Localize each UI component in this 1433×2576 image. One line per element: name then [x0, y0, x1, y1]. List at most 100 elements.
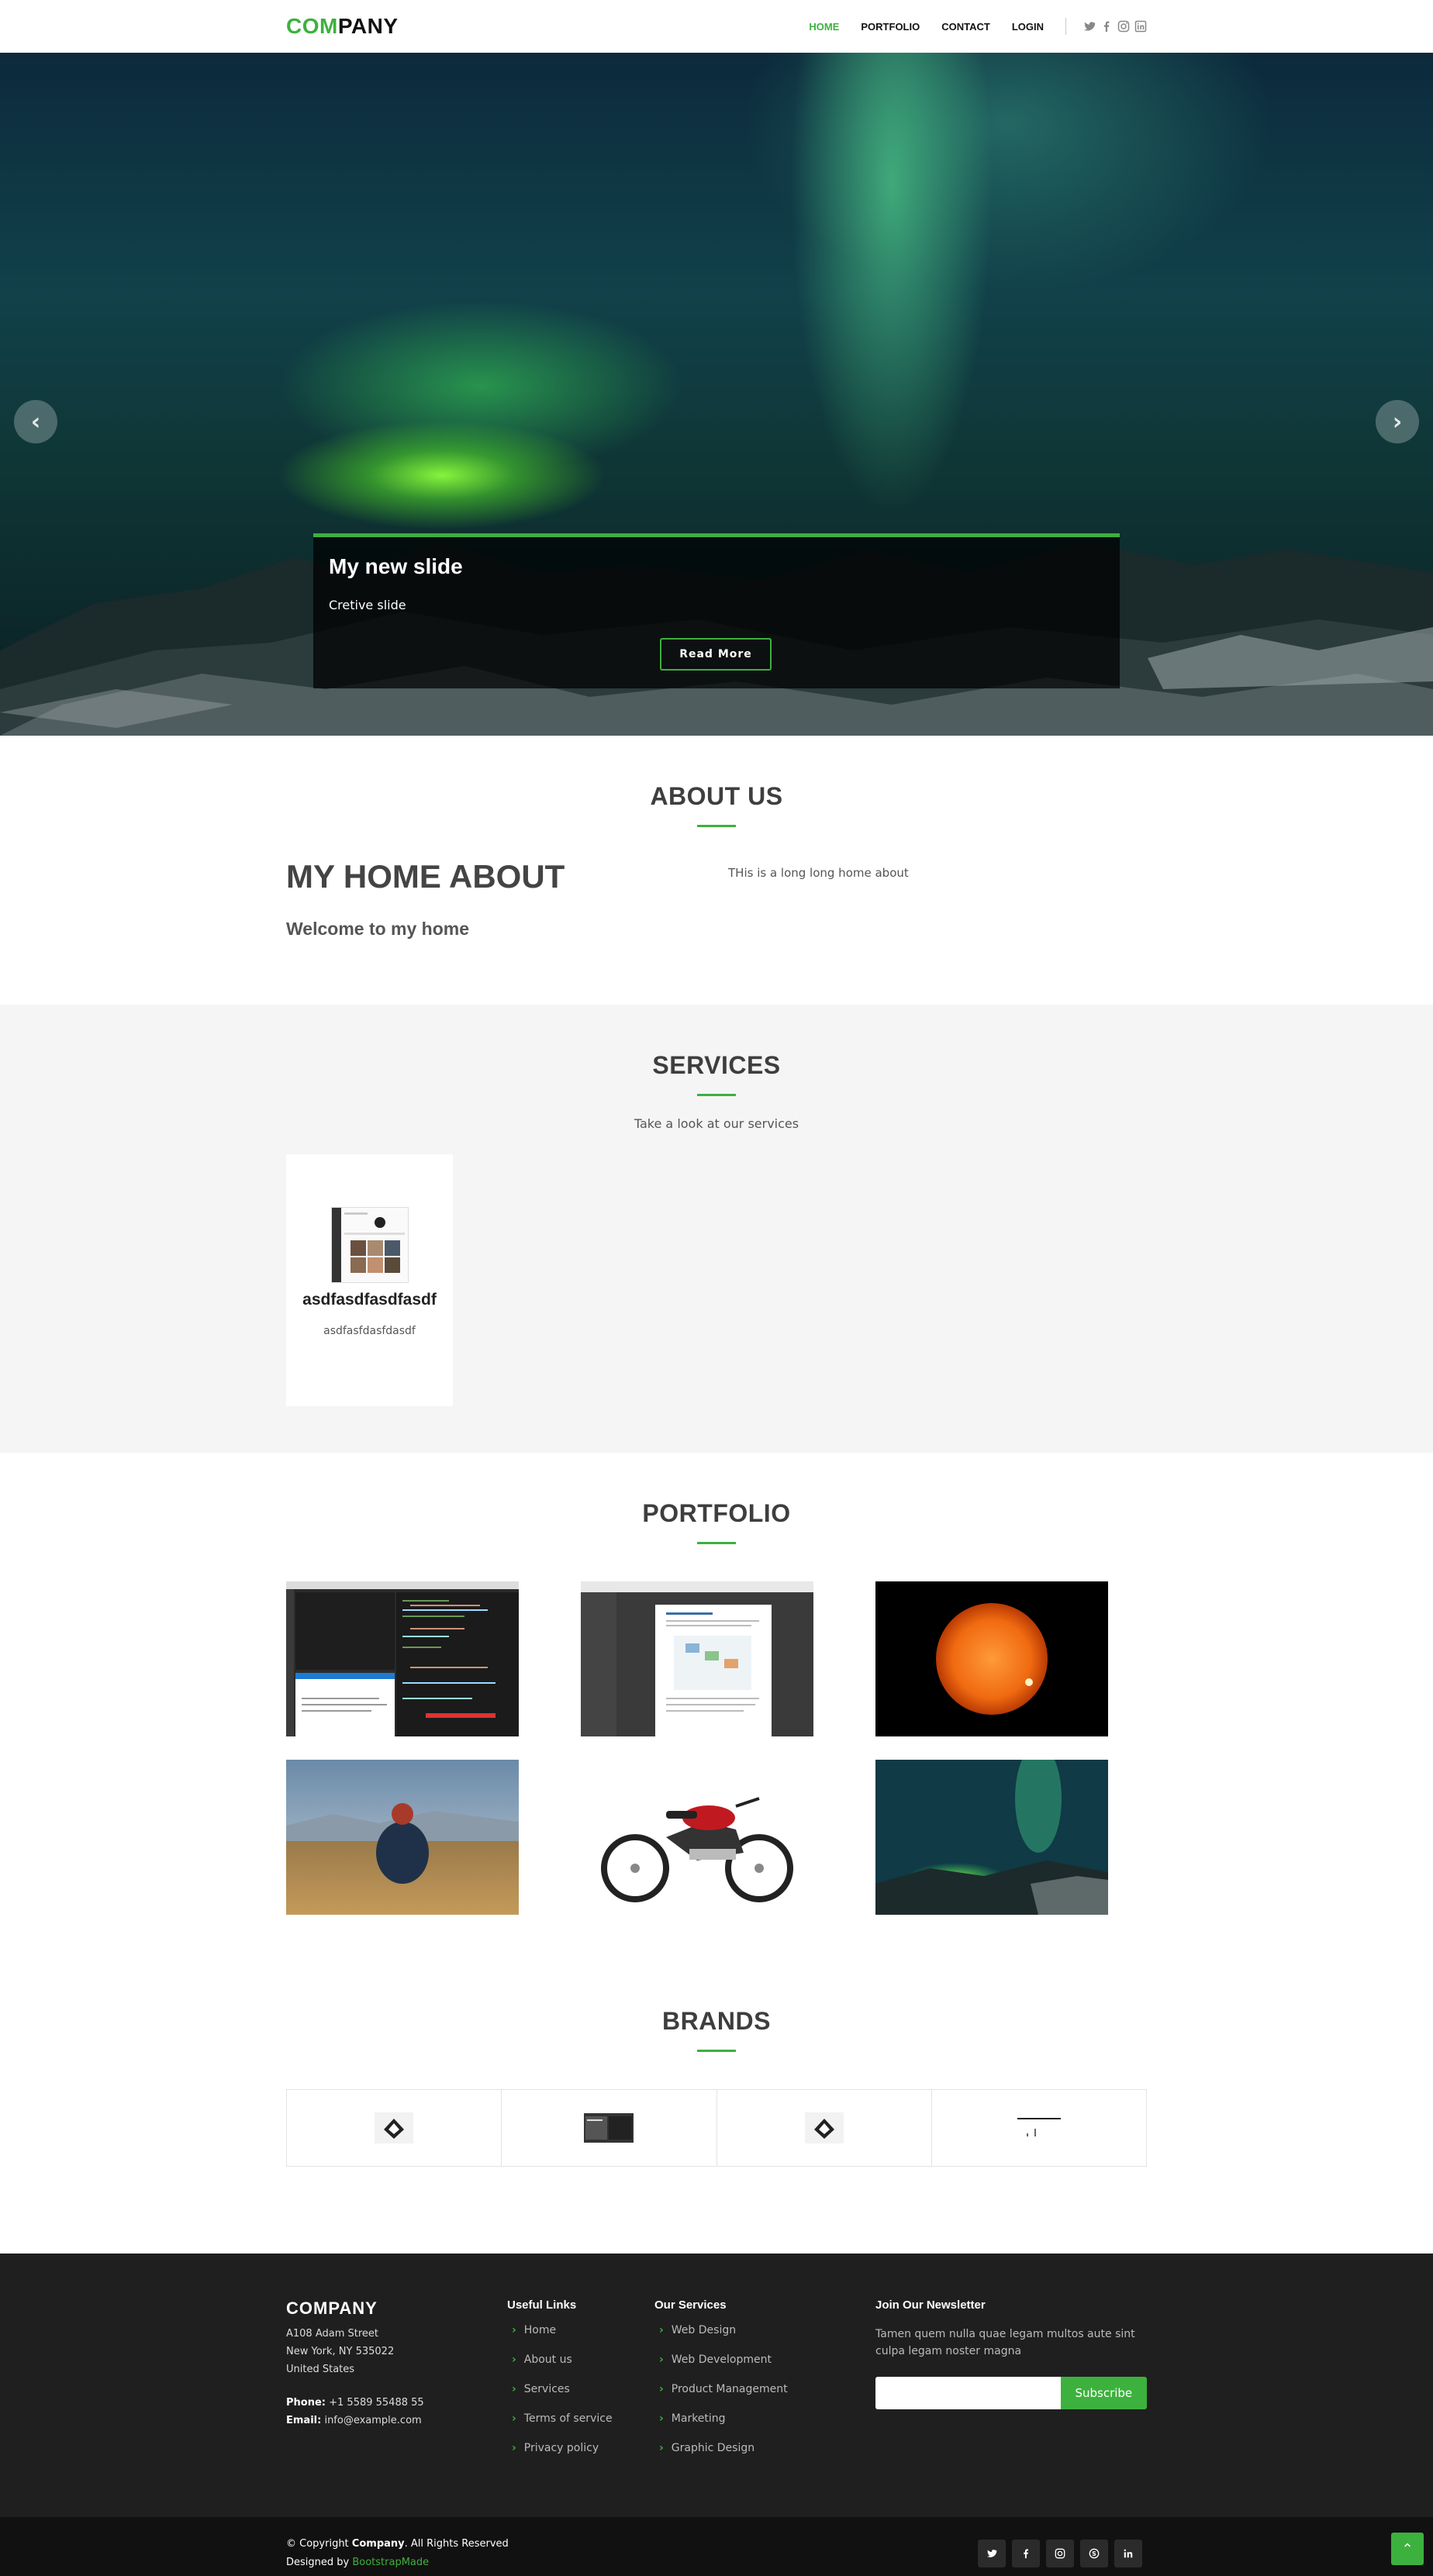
slide-text: Cretive slide — [329, 598, 406, 612]
link-label: Home — [523, 2324, 557, 2336]
brand-logo-1[interactable] — [287, 2090, 502, 2166]
footer-service-web-design[interactable]: › Web Design — [654, 2324, 875, 2354]
title-underline — [697, 1542, 736, 1544]
designed-by-label: Designed by — [286, 2557, 350, 2568]
service-card[interactable]: asdfasdfasdfasdf asdfasfdasfdasdf — [286, 1154, 453, 1406]
chevron-right-icon: › — [512, 2324, 516, 2336]
chevron-right-icon: › — [659, 2354, 664, 2366]
chevron-right-icon: › — [512, 2412, 516, 2425]
portfolio-item-aurora[interactable] — [875, 1760, 1108, 1915]
about-text: THis is a long long home about — [728, 866, 909, 880]
footer-bottom: © Copyright Company. All Rights Reserved… — [0, 2517, 1433, 2576]
link-label: Web Design — [671, 2324, 737, 2336]
skype-icon[interactable]: S — [1080, 2540, 1108, 2567]
newsletter-text: Tamen quem nulla quae legam multos aute … — [875, 2328, 1135, 2357]
nav-portfolio[interactable]: PORTFOLIO — [861, 21, 920, 33]
portfolio-item-motorcycle[interactable] — [581, 1760, 813, 1915]
chevron-right-icon: › — [512, 2354, 516, 2366]
back-to-top-button[interactable]: ⌃ — [1391, 2533, 1424, 2565]
footer: COMPANY A108 Adam Street New York, NY 53… — [0, 2254, 1433, 2517]
about-title: ABOUT US — [650, 782, 783, 810]
hero-carousel: ‹ › My new slide Cretive slide Read More — [0, 53, 1433, 736]
service-thumbnail — [330, 1207, 409, 1283]
services-title: SERVICES — [652, 1051, 781, 1079]
newsletter-title: Join Our Newsletter — [875, 2298, 986, 2312]
twitter-icon[interactable] — [978, 2540, 1006, 2567]
service-title: asdfasdfasdfasdf — [302, 1291, 437, 1309]
site-logo[interactable]: COMPANY — [286, 14, 399, 39]
email-address: info@example.com — [324, 2415, 422, 2426]
footer-contact: Phone: +1 5589 55488 55 Email: info@exam… — [286, 2394, 507, 2429]
portfolio-item-sun[interactable] — [875, 1581, 1108, 1736]
title-underline — [697, 825, 736, 827]
brands-section: BRANDS — [0, 1960, 1433, 2254]
footer-service-marketing[interactable]: › Marketing — [654, 2412, 875, 2442]
portfolio-item-code[interactable] — [286, 1581, 519, 1736]
phone-number: +1 5589 55488 55 — [329, 2397, 424, 2409]
facebook-icon[interactable] — [1012, 2540, 1040, 2567]
portfolio-title: PORTFOLIO — [642, 1499, 791, 1527]
our-services-title: Our Services — [654, 2298, 727, 2312]
link-label: Marketing — [671, 2412, 726, 2425]
footer-link-services[interactable]: › Services — [507, 2383, 654, 2412]
footer-our-services: Our Services › Web Design › Web Developmen… — [654, 2298, 875, 2471]
title-underline — [697, 2050, 736, 2052]
footer-social-links: S — [978, 2540, 1142, 2567]
footer-company-name: COMPANY — [286, 2298, 378, 2318]
designed-by-link[interactable]: BootstrapMade — [352, 2557, 429, 2568]
linkedin-icon[interactable] — [1114, 2540, 1142, 2567]
chevron-right-icon: › — [512, 2383, 516, 2395]
footer-useful-links: Useful Links › Home › About us › Services ›… — [507, 2298, 654, 2471]
nav-login[interactable]: LOGIN — [1012, 21, 1044, 33]
footer-link-about[interactable]: › About us — [507, 2354, 654, 2383]
brand-logo-2[interactable] — [502, 2090, 717, 2166]
footer-link-home[interactable]: › Home — [507, 2324, 654, 2354]
email-label: Email: — [286, 2415, 322, 2426]
about-section: ABOUT US MY HOME ABOUT Welcome to my hom… — [0, 736, 1433, 1005]
link-label: Terms of service — [523, 2412, 613, 2425]
facebook-icon[interactable] — [1100, 20, 1113, 33]
link-label: Privacy policy — [523, 2442, 599, 2454]
portfolio-item-document[interactable] — [581, 1581, 813, 1736]
chevron-right-icon: › — [1392, 408, 1403, 436]
link-label: Graphic Design — [671, 2442, 755, 2454]
chevron-right-icon: › — [659, 2412, 664, 2425]
subscribe-button[interactable]: Subscribe — [1060, 2377, 1147, 2409]
newsletter-email-input[interactable] — [875, 2377, 1061, 2409]
address-line-1: A108 Adam Street — [286, 2328, 379, 2340]
brand-logo-3[interactable] — [717, 2090, 932, 2166]
link-label: Product Management — [671, 2383, 788, 2395]
footer-link-terms[interactable]: › Terms of service — [507, 2412, 654, 2442]
nav-home[interactable]: HOME — [809, 21, 839, 33]
nav-contact[interactable]: CONTACT — [941, 21, 990, 33]
address-line-3: United States — [286, 2364, 355, 2375]
carousel-next-button[interactable]: › — [1376, 400, 1419, 443]
slide-caption: My new slide Cretive slide Read More — [313, 533, 1120, 688]
nav-divider — [1065, 18, 1066, 35]
logo-text: PANY — [337, 14, 399, 38]
twitter-icon[interactable] — [1083, 20, 1096, 33]
linkedin-icon[interactable] — [1134, 20, 1147, 33]
about-heading: MY HOME ABOUT — [286, 858, 565, 895]
footer-service-graphic-design[interactable]: › Graphic Design — [654, 2442, 875, 2471]
copyright-company: Company — [351, 2538, 405, 2550]
read-more-button[interactable]: Read More — [660, 638, 772, 671]
chevron-right-icon: › — [659, 2383, 664, 2395]
footer-service-product-management[interactable]: › Product Management — [654, 2383, 875, 2412]
instagram-icon[interactable] — [1117, 20, 1130, 33]
address-line-2: New York, NY 535022 — [286, 2346, 395, 2357]
carousel-prev-button[interactable]: ‹ — [14, 400, 57, 443]
footer-link-privacy[interactable]: › Privacy policy — [507, 2442, 654, 2471]
site-header: COMPANY HOME PORTFOLIO CONTACT LOGIN — [0, 0, 1433, 53]
chevron-right-icon: › — [512, 2442, 516, 2454]
slide-title: My new slide — [329, 554, 463, 578]
instagram-icon[interactable] — [1046, 2540, 1074, 2567]
brand-logo-4[interactable] — [932, 2090, 1146, 2166]
about-subheading: Welcome to my home — [286, 919, 470, 939]
chevron-right-icon: › — [659, 2442, 664, 2454]
portfolio-item-person[interactable] — [286, 1760, 519, 1915]
phone-label: Phone: — [286, 2397, 326, 2409]
footer-service-web-development[interactable]: › Web Development — [654, 2354, 875, 2383]
copyright-suffix: . All Rights Reserved — [404, 2538, 509, 2550]
services-section: SERVICES Take a look at our services asd… — [0, 1005, 1433, 1453]
